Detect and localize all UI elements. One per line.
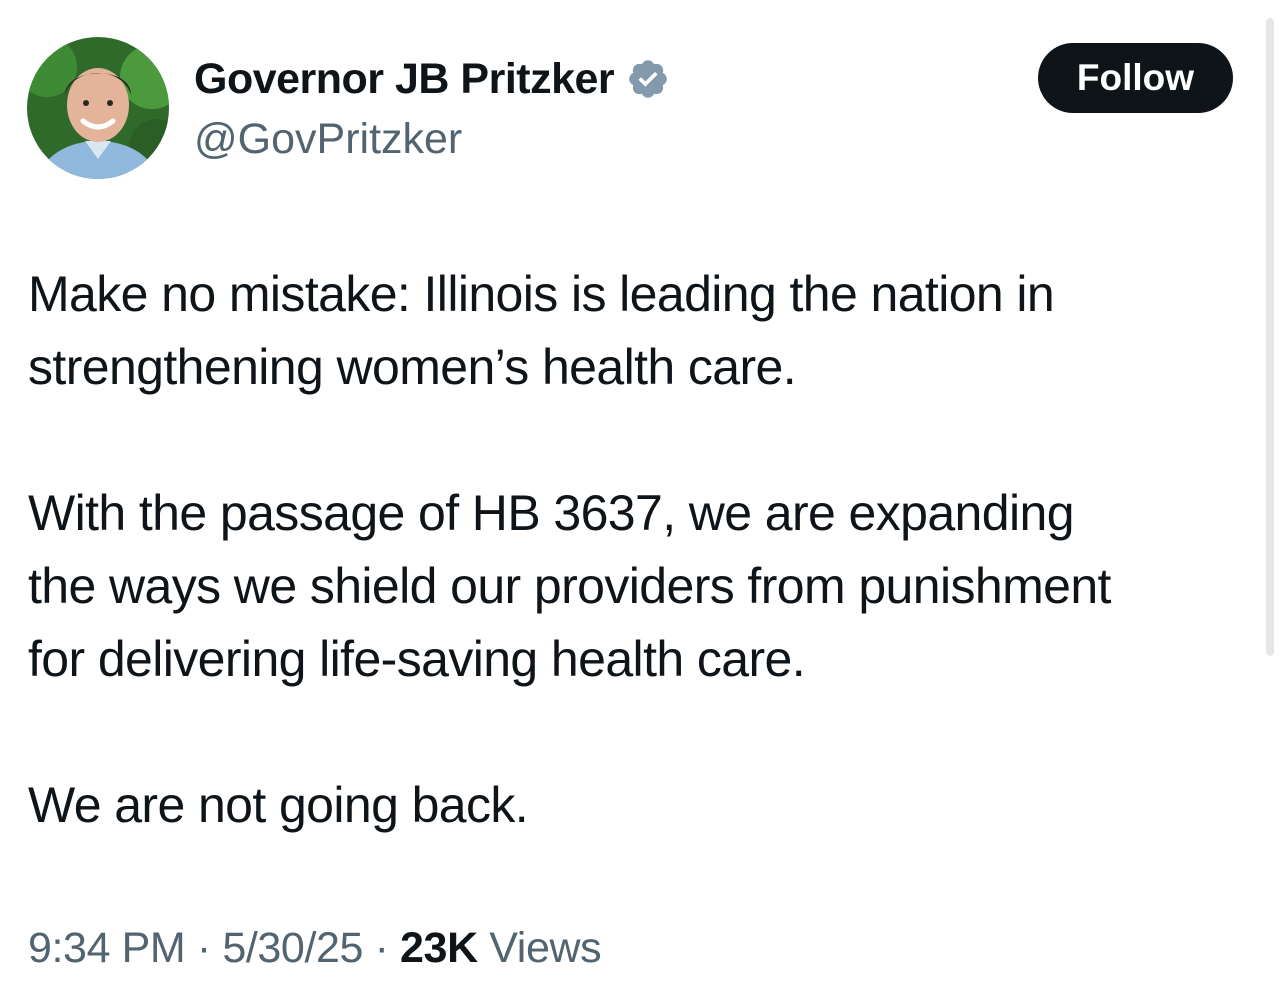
author-handle[interactable]: @GovPritzker	[194, 112, 462, 166]
tweet-line: Make no mistake: Illinois is leading the…	[28, 266, 1055, 322]
tweet-line: strengthening women’s health care.	[28, 339, 797, 395]
tweet-line: for delivering life-saving health care.	[28, 631, 806, 687]
verified-badge-icon[interactable]	[626, 57, 670, 101]
tweet-line: With the passage of HB 3637, we are expa…	[28, 485, 1075, 541]
tweet-date[interactable]: 5/30/25	[222, 924, 363, 972]
meta-separator: ·	[196, 924, 211, 972]
tweet-line: the ways we shield our providers from pu…	[28, 558, 1111, 614]
views-label[interactable]: Views	[489, 924, 601, 972]
meta-separator: ·	[374, 924, 389, 972]
views-count[interactable]: 23K	[400, 924, 478, 972]
scrollbar[interactable]	[1266, 18, 1274, 656]
author-name-row: Governor JB Pritzker	[194, 52, 670, 106]
avatar-image	[27, 37, 169, 179]
tweet-line: We are not going back.	[28, 777, 529, 833]
author-display-name[interactable]: Governor JB Pritzker	[194, 52, 615, 106]
tweet-time[interactable]: 9:34 PM	[28, 924, 186, 972]
tweet-text: Make no mistake: Illinois is leading the…	[28, 258, 1258, 842]
follow-button[interactable]: Follow	[1038, 43, 1233, 113]
avatar[interactable]	[27, 37, 169, 179]
tweet-meta: 9:34 PM · 5/30/25 · 23K Views	[28, 918, 602, 978]
